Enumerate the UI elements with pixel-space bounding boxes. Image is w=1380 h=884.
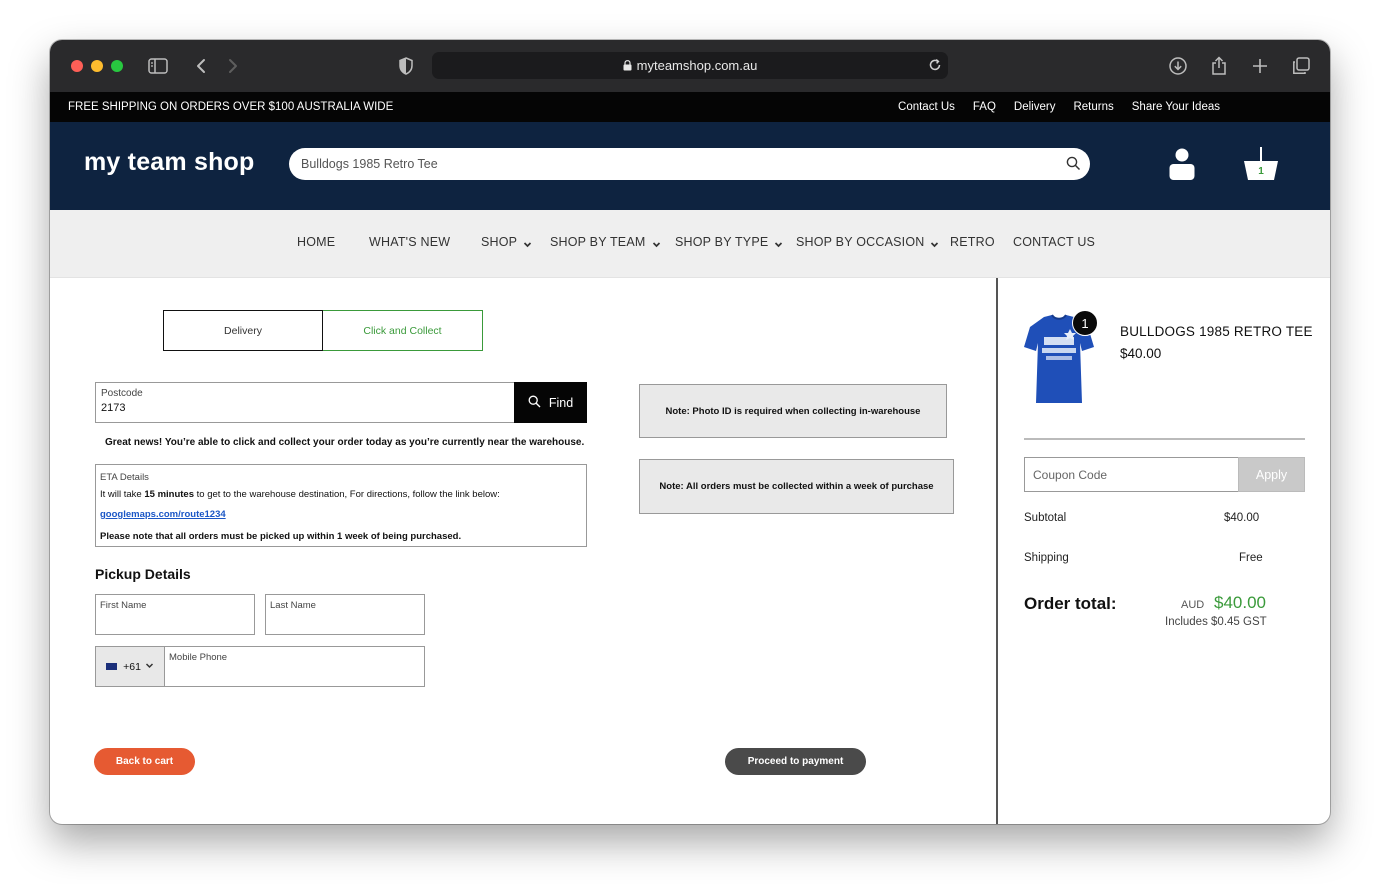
new-tab-plus-icon[interactable] — [1248, 54, 1272, 78]
delivery-method-tabs: Delivery Click and Collect — [163, 310, 483, 351]
order-total-label: Order total: — [1024, 594, 1117, 613]
nav-contact-us[interactable]: CONTACT US — [1013, 235, 1095, 249]
currency-label: AUD — [1181, 599, 1205, 611]
chevron-down-icon — [652, 238, 661, 252]
eta-travel-time: It will take 15 minutes to get to the wa… — [100, 489, 500, 500]
find-button-label: Find — [548, 395, 574, 410]
subtotal-value: $40.00 — [1224, 512, 1260, 524]
first-name-field[interactable]: First Name — [95, 594, 255, 635]
search-input[interactable]: Bulldogs 1985 Retro Tee — [289, 148, 1090, 180]
eta-pickup-note: Please note that all orders must be pick… — [100, 531, 462, 542]
proceed-to-payment-button[interactable]: Proceed to payment — [725, 748, 866, 775]
product-name: BULLDOGS 1985 RETRO TEE — [1120, 324, 1313, 339]
summary-separator — [1024, 438, 1305, 440]
subtotal-label: Subtotal — [1024, 512, 1067, 524]
nav-shop-by-occasion-label: SHOP BY OCCASION — [796, 235, 925, 249]
account-icon[interactable] — [1168, 146, 1196, 187]
minimize-window-button[interactable] — [91, 60, 103, 72]
gst-note: Includes $0.45 GST — [1165, 616, 1267, 628]
country-code-value: +61 — [123, 660, 141, 673]
eta-minutes: 15 minutes — [144, 489, 194, 500]
cart-count: 1 — [1258, 166, 1264, 177]
chevron-down-icon — [523, 238, 532, 252]
tab-overview-icon[interactable] — [1289, 54, 1313, 78]
chevron-down-icon — [145, 661, 154, 673]
find-button[interactable]: Find — [514, 382, 587, 423]
collect-within-week-note: Note: All orders must be collected withi… — [639, 459, 954, 514]
chevron-down-icon — [774, 238, 783, 252]
browser-window: myteamshop.com.au FREE SHIPPING ON ORDER… — [50, 40, 1330, 824]
last-name-field[interactable]: Last Name — [265, 594, 425, 635]
browser-toolbar: myteamshop.com.au — [50, 40, 1330, 92]
eta-label: ETA Details — [100, 472, 149, 483]
postcode-value: 2173 — [101, 402, 126, 414]
site-logo[interactable]: my team shop — [84, 148, 255, 177]
mobile-phone-field[interactable]: Mobile Phone — [164, 646, 425, 687]
nav-shop-by-occasion[interactable]: SHOP BY OCCASION — [796, 235, 939, 252]
privacy-shield-icon[interactable] — [394, 54, 418, 78]
australia-flag-icon — [106, 663, 118, 670]
last-name-label: Last Name — [270, 600, 316, 611]
collect-availability-message: Great news! You’re able to click and col… — [105, 437, 585, 448]
forward-arrow-icon[interactable] — [221, 54, 245, 78]
address-url: myteamshop.com.au — [636, 58, 758, 73]
delivery-link[interactable]: Delivery — [1014, 101, 1056, 113]
downloads-icon[interactable] — [1166, 54, 1190, 78]
returns-link[interactable]: Returns — [1073, 101, 1113, 113]
reload-icon[interactable] — [928, 58, 942, 75]
mobile-phone-label: Mobile Phone — [169, 652, 228, 663]
sidebar-divider — [996, 278, 998, 824]
search-icon[interactable] — [1066, 156, 1081, 174]
nav-shop-by-team[interactable]: SHOP BY TEAM — [550, 235, 661, 252]
first-name-label: First Name — [100, 600, 147, 611]
cart-quantity-badge: 1 — [1072, 310, 1098, 336]
sidebar-toggle-icon[interactable] — [146, 54, 170, 78]
share-icon[interactable] — [1207, 54, 1231, 78]
back-arrow-icon[interactable] — [189, 54, 213, 78]
site-header: my team shop Bulldogs 1985 Retro Tee 1 — [50, 122, 1330, 210]
tab-click-and-collect[interactable]: Click and Collect — [323, 310, 483, 351]
nav-retro[interactable]: RETRO — [950, 235, 995, 249]
share-ideas-link[interactable]: Share Your Ideas — [1132, 101, 1220, 113]
apply-coupon-button[interactable]: Apply — [1238, 457, 1305, 492]
address-bar[interactable]: myteamshop.com.au — [432, 52, 948, 79]
nav-shop-by-type-label: SHOP BY TYPE — [675, 235, 769, 249]
nav-shop-by-team-label: SHOP BY TEAM — [550, 235, 646, 249]
main-navigation: HOME WHAT'S NEW SHOP SHOP BY TEAM SHOP B… — [50, 210, 1330, 278]
postcode-label: Postcode — [101, 388, 143, 399]
lock-icon — [623, 60, 632, 71]
nav-shop-by-type[interactable]: SHOP BY TYPE — [675, 235, 783, 252]
back-to-cart-button[interactable]: Back to cart — [94, 748, 195, 775]
product-price: $40.00 — [1120, 346, 1162, 361]
shipping-label: Shipping — [1024, 552, 1069, 564]
coupon-placeholder: Coupon Code — [1033, 468, 1108, 482]
nav-shop[interactable]: SHOP — [481, 235, 532, 252]
coupon-code-input[interactable]: Coupon Code — [1024, 457, 1239, 492]
utility-links: Contact Us FAQ Delivery Returns Share Yo… — [898, 101, 1220, 113]
search-icon — [528, 395, 541, 411]
close-window-button[interactable] — [71, 60, 83, 72]
announcement-bar: FREE SHIPPING ON ORDERS OVER $100 AUSTRA… — [50, 92, 1330, 122]
nav-whats-new[interactable]: WHAT'S NEW — [369, 235, 450, 249]
tab-delivery[interactable]: Delivery — [163, 310, 323, 351]
postcode-field[interactable]: Postcode 2173 — [95, 382, 515, 423]
nav-shop-label: SHOP — [481, 235, 518, 249]
shipping-value: Free — [1239, 552, 1263, 564]
directions-link[interactable]: googlemaps.com/route1234 — [100, 509, 226, 520]
cart-basket-icon[interactable]: 1 — [1242, 146, 1280, 187]
photo-id-note: Note: Photo ID is required when collecti… — [639, 384, 947, 438]
faq-link[interactable]: FAQ — [973, 101, 996, 113]
zoom-window-button[interactable] — [111, 60, 123, 72]
country-code-select[interactable]: +61 — [95, 646, 165, 687]
nav-home[interactable]: HOME — [297, 235, 335, 249]
search-value: Bulldogs 1985 Retro Tee — [301, 157, 438, 171]
pickup-details-heading: Pickup Details — [95, 566, 191, 582]
eta-details-box: ETA Details It will take 15 minutes to g… — [95, 464, 587, 547]
chevron-down-icon — [930, 238, 939, 252]
free-shipping-promo: FREE SHIPPING ON ORDERS OVER $100 AUSTRA… — [68, 101, 394, 113]
order-total-value: $40.00 — [1214, 593, 1266, 612]
contact-us-link[interactable]: Contact Us — [898, 101, 955, 113]
